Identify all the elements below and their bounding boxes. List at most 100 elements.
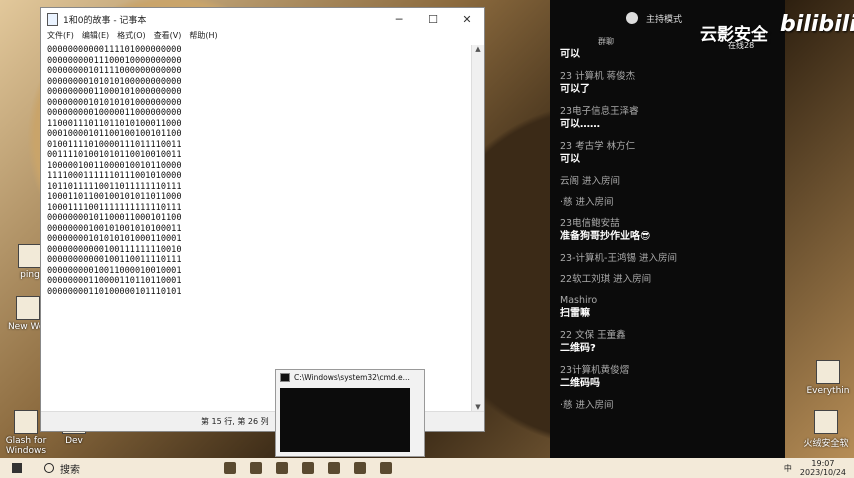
window-title: 1和0的故事 - 记事本 <box>63 15 147 26</box>
maximize-button[interactable]: ☐ <box>416 13 450 26</box>
chat-message: 23-计算机-王鸿锡 进入房间 <box>560 252 785 265</box>
text-line: 00010000101100100100101100 <box>47 129 182 139</box>
clock-time: 19:07 <box>811 459 835 468</box>
notepad-titlebar[interactable]: 1和0的故事 - 记事本 ─ ☐ ✕ <box>41 8 484 30</box>
text-line: 00000000000100110011110111 <box>47 255 182 265</box>
host-mode-label[interactable]: 主持模式 <box>646 12 682 25</box>
taskbar-app-icon[interactable] <box>276 462 288 474</box>
search-box[interactable]: 搜索 <box>44 461 184 476</box>
scroll-up-icon[interactable]: ▲ <box>472 45 484 53</box>
system-notice: ·慈 进入房间 <box>560 400 614 411</box>
desktop-icon-huorong[interactable]: 火绒安全软 <box>800 410 852 449</box>
desktop-icon-everything[interactable]: Everythin <box>802 360 854 396</box>
text-line: 00000000110100000101110101 <box>47 286 182 297</box>
clock[interactable]: 19:07 2023/10/24 <box>800 459 846 477</box>
close-button[interactable]: ✕ <box>450 13 484 26</box>
text-line: 11110001111110111001010000 <box>47 171 182 181</box>
shield-icon <box>814 410 838 434</box>
online-count: 在线28 <box>728 41 755 50</box>
text-line: 00000000000100111111110010 <box>47 244 182 255</box>
cmd-preview[interactable]: C:\Windows\system32\cmd.e... <box>275 369 425 457</box>
text-line: 00000000101100011000101100 <box>47 213 182 223</box>
text-line: 00000000101010101000110001 <box>47 234 182 244</box>
taskbar-app-icon[interactable] <box>250 462 262 474</box>
system-tray: 中 19:07 2023/10/24 <box>784 458 846 478</box>
menu-file[interactable]: 文件(F) <box>47 30 74 43</box>
chat-message: 云阁 进入房间 <box>560 175 785 188</box>
text-line: 00000000011100010000000000 <box>47 55 182 66</box>
bilibili-logo: bilibili <box>780 12 854 37</box>
text-line: 00000000101010100000000000 <box>47 76 182 87</box>
text-editor[interactable]: 00000000000111101000000000 00000000011100… <box>47 45 470 411</box>
message-text: 可以了 <box>560 84 590 95</box>
chat-message: ·慈 进入房间 <box>560 399 785 412</box>
message-text: 二维码吗 <box>560 378 600 389</box>
message-user: 23 考古学 林方仁 <box>560 141 636 152</box>
cmd-title: C:\Windows\system32\cmd.e... <box>294 372 410 382</box>
message-user: 22 文保 王童鑫 <box>560 330 626 341</box>
chat-panel: 主持模式 群聊 可以 23 计算机 蒋俊杰 可以了 23电子信息王泽睿 可以…… 23 考… <box>550 0 785 458</box>
message-text: 扫雷嘛 <box>560 308 590 319</box>
text-line: 00000000100101001010100011 <box>47 223 182 234</box>
text-line: 00000000101111000000000000 <box>47 66 182 76</box>
app-icon <box>14 410 38 434</box>
chat-message: Mashiro 扫雷嘛 <box>560 294 785 321</box>
chat-message: 23 计算机 蒋俊杰 可以了 <box>560 70 785 97</box>
text-line: 10001101100100101011011000 <box>47 192 182 202</box>
system-notice: ·慈 进入房间 <box>560 197 614 208</box>
menu-format[interactable]: 格式(O) <box>117 30 146 43</box>
taskbar-app-icon[interactable] <box>328 462 340 474</box>
text-line: 11000111011011010100011000 <box>47 118 182 129</box>
system-notice: 23-计算机-王鸿锡 进入房间 <box>560 253 677 264</box>
menu-bar: 文件(F) 编辑(E) 格式(O) 查看(V) 帮助(H) <box>41 30 484 43</box>
text-line: 00111101001010110010010011 <box>47 150 182 160</box>
text-line: 00000000110000110110110001 <box>47 276 182 286</box>
chat-message: 23电信鲍安喆准备狗哥抄作业咯😎 <box>560 217 785 244</box>
message-text: 准备狗哥抄作业咯😎 <box>560 231 651 242</box>
text-line: 10000010011000010010110000 <box>47 160 182 171</box>
message-user: 23电信鲍安喆 <box>560 218 620 229</box>
message-text: 可以 <box>560 154 580 165</box>
scroll-down-icon[interactable]: ▼ <box>472 403 484 411</box>
cursor-position: 第 15 行, 第 26 列 <box>201 417 269 426</box>
text-line: 00000000000111101000000000 <box>47 45 182 55</box>
chat-message: 23计算机黄俊熠 二维码吗 <box>560 364 785 391</box>
minimize-button[interactable]: ─ <box>382 13 416 26</box>
search-app-icon <box>816 360 840 384</box>
taskbar-apps <box>224 462 392 474</box>
document-icon <box>16 296 40 320</box>
text-line: 10001111001111111111110111 <box>47 202 182 213</box>
start-icon[interactable] <box>12 463 22 473</box>
taskbar-app-icon[interactable] <box>354 462 366 474</box>
system-notice: 22软工刘琪 进入房间 <box>560 274 652 285</box>
message-text: 二维码? <box>560 343 596 354</box>
chat-message: 22软工刘琪 进入房间 <box>560 273 785 286</box>
search-icon <box>44 463 54 473</box>
menu-help[interactable]: 帮助(H) <box>189 30 217 43</box>
taskbar-app-icon[interactable] <box>380 462 392 474</box>
text-line: 00000000010011000010010001 <box>47 265 182 276</box>
taskbar-app-icon[interactable] <box>302 462 314 474</box>
message-user: 23电子信息王泽睿 <box>560 106 639 117</box>
taskbar-app-icon[interactable] <box>224 462 236 474</box>
vertical-scrollbar[interactable]: ▲ ▼ <box>471 45 484 411</box>
taskbar: 搜索 中 19:07 2023/10/24 <box>0 458 854 478</box>
notepad-icon <box>47 12 58 26</box>
text-line: 10110111110011011111110111 <box>47 181 182 192</box>
menu-view[interactable]: 查看(V) <box>154 30 182 43</box>
search-label: 搜索 <box>60 464 80 476</box>
text-line: 01001111010000111011110011 <box>47 139 182 150</box>
menu-edit[interactable]: 编辑(E) <box>82 30 109 43</box>
ime-indicator[interactable]: 中 <box>784 463 792 474</box>
